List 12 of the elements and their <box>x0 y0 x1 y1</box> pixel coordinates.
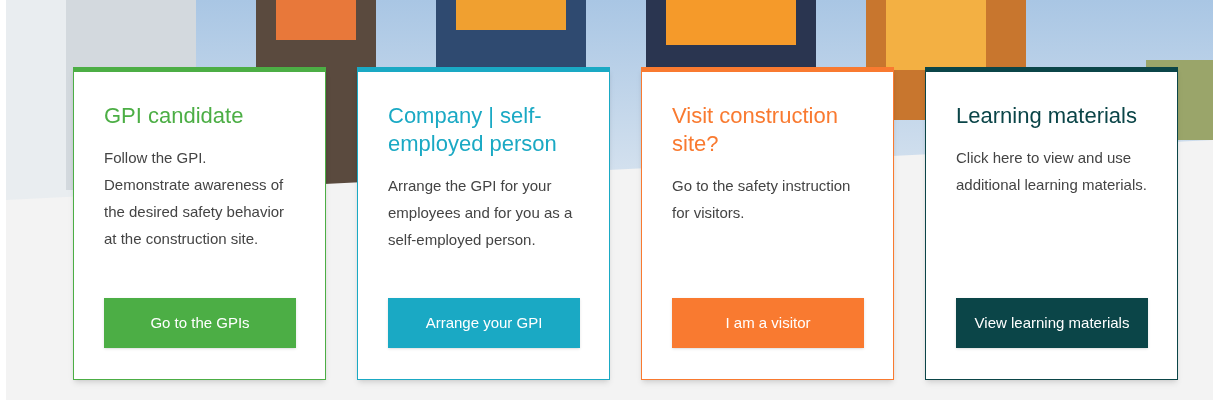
card-title: Learning materials <box>956 102 1138 130</box>
card-button[interactable]: Arrange your GPI <box>388 298 580 348</box>
card-description: Click here to view and use additional learning materials. <box>956 148 1147 195</box>
card-title: Visit construction site? <box>672 102 839 158</box>
card-description: Go to the safety instruction for visitors. <box>672 176 852 223</box>
card-description: Arrange the GPI for your employees and for you as a self-employed person. <box>388 176 574 250</box>
card-title: Company | self-employed person <box>388 102 558 158</box>
card-title: GPI candidate <box>104 102 245 130</box>
card-description: Follow the GPI. Demonstrate awareness of the desired safety behavior at the construction site. <box>104 148 286 249</box>
card-button[interactable]: I am a visitor <box>672 298 864 348</box>
card-button[interactable]: View learning materials <box>956 298 1148 348</box>
card-button[interactable]: Go to the GPIs <box>104 298 296 348</box>
